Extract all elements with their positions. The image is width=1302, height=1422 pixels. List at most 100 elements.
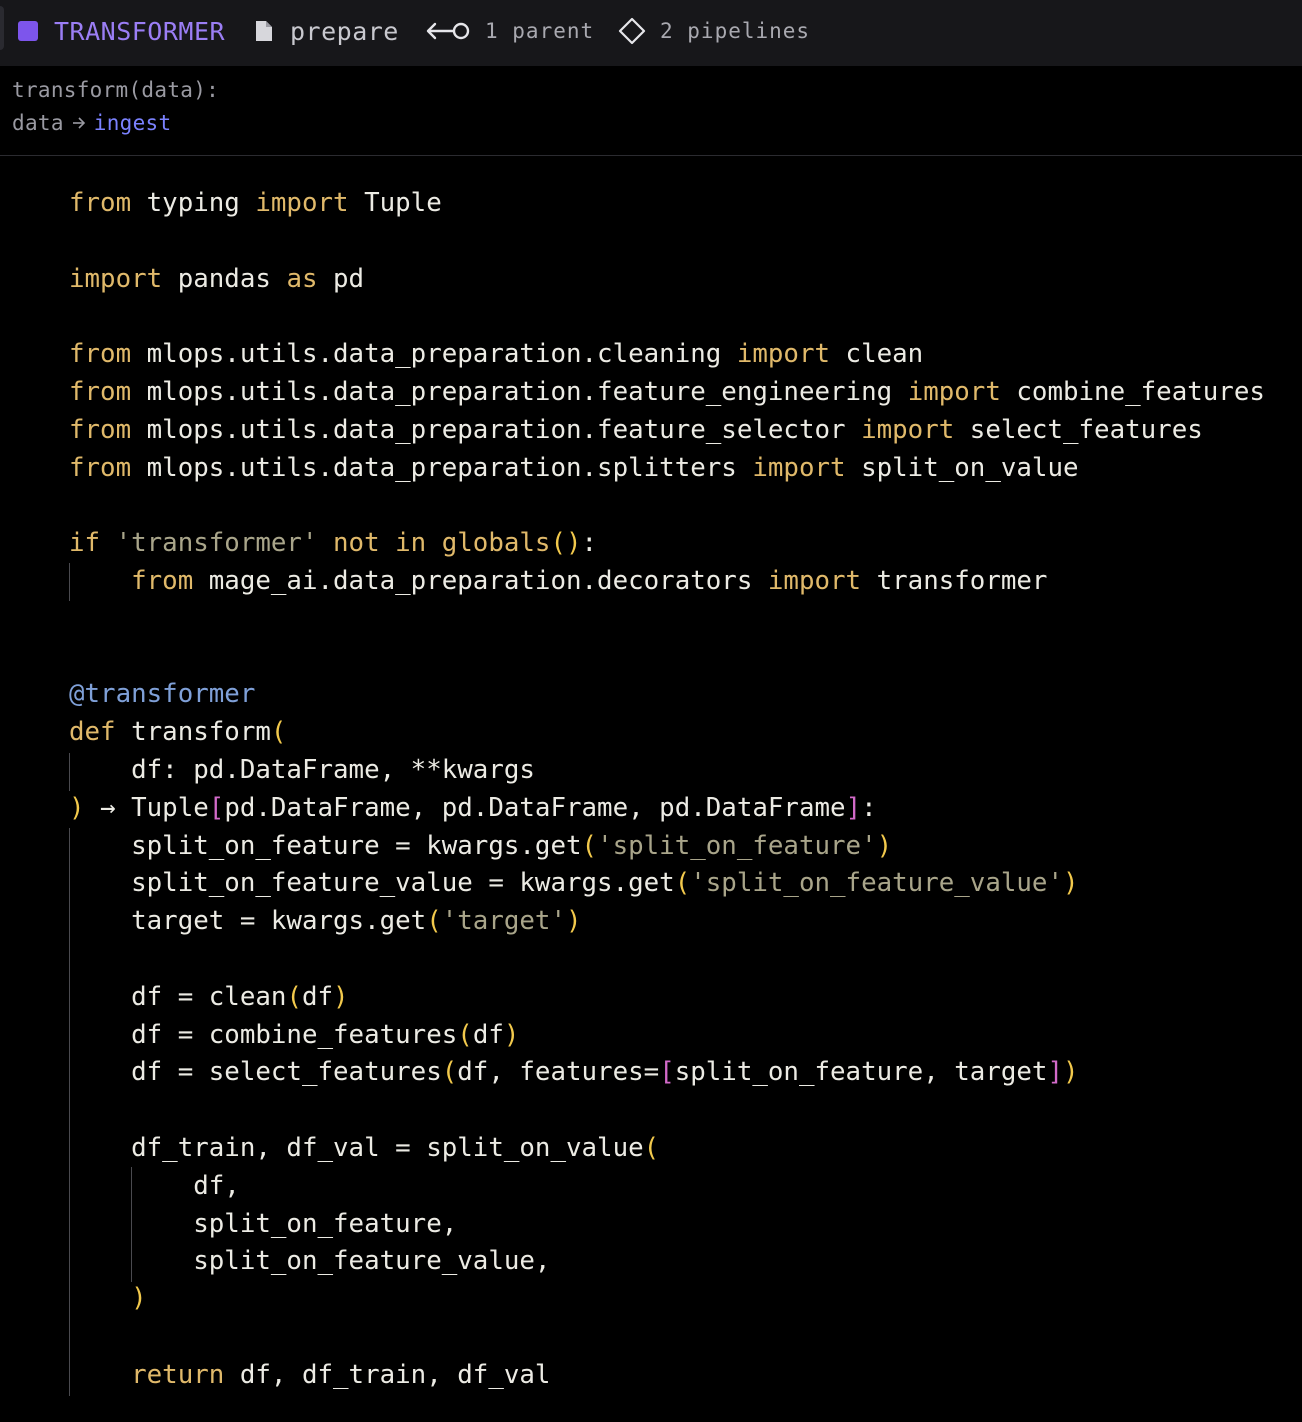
code-token: ) bbox=[1063, 868, 1079, 898]
code-token: ( bbox=[643, 1133, 660, 1163]
code-token: df, bbox=[69, 1171, 240, 1201]
code-token: () bbox=[550, 528, 582, 558]
parents-link[interactable]: 1 parent bbox=[425, 0, 594, 62]
code-token: pandas bbox=[162, 264, 287, 294]
code-token: split_on_feature_value, bbox=[69, 1246, 551, 1276]
code-token: from bbox=[69, 453, 132, 483]
code-line: split_on_feature, bbox=[69, 1205, 457, 1243]
code-token: typing bbox=[131, 188, 256, 218]
code-token: split_on_feature_value = kwargs.get bbox=[69, 868, 675, 898]
code-line: import pandas as pd bbox=[69, 260, 364, 298]
code-line: df: pd.DataFrame, **kwargs bbox=[69, 751, 535, 789]
code-line: from typing import Tuple bbox=[69, 184, 442, 222]
code-token: from bbox=[69, 339, 132, 369]
code-token: [ bbox=[208, 793, 225, 823]
code-line: df = select_features(df, features=[split… bbox=[69, 1053, 1079, 1091]
code-token: ( bbox=[457, 1020, 473, 1050]
code-token: import bbox=[69, 264, 163, 294]
code-token: combine_features bbox=[1000, 377, 1265, 407]
code-token: if bbox=[69, 528, 101, 558]
block-name[interactable]: prepare bbox=[254, 0, 399, 62]
pipelines-count: 2 pipelines bbox=[660, 19, 811, 43]
code-token: df, features= bbox=[457, 1057, 660, 1087]
flow-source: data bbox=[12, 111, 64, 135]
code-token: target = kwargs.get bbox=[69, 906, 427, 936]
code-editor[interactable]: from typing import Tuple import pandas a… bbox=[0, 157, 1302, 1422]
function-signature: transform(data): bbox=[12, 78, 220, 102]
code-token: ) bbox=[566, 906, 582, 936]
code-token: from bbox=[131, 566, 194, 596]
code-token: ) bbox=[503, 1020, 520, 1050]
code-token: import bbox=[767, 566, 862, 596]
code-token: df: pd.DataFrame, **kwargs bbox=[69, 755, 535, 785]
code-line: split_on_feature_value, bbox=[69, 1242, 550, 1280]
code-token: 'split_on_feature_value' bbox=[690, 868, 1063, 898]
code-token: transform bbox=[115, 717, 271, 747]
code-token: from bbox=[69, 377, 132, 407]
code-token: def bbox=[69, 717, 116, 747]
code-token: df = clean bbox=[69, 982, 287, 1012]
code-token: df, df_train, df_val bbox=[224, 1360, 551, 1390]
code-token: import bbox=[861, 415, 955, 445]
upstream-block-link[interactable]: ingest bbox=[94, 111, 172, 135]
code-token: ] bbox=[1047, 1057, 1063, 1087]
block-type-badge: TRANSFORMER bbox=[18, 0, 225, 62]
code-token: transformer bbox=[861, 566, 1048, 596]
code-token: import bbox=[752, 453, 846, 483]
code-line: @transformer bbox=[69, 675, 255, 713]
pipelines-link[interactable]: 2 pipelines bbox=[618, 0, 810, 62]
code-token: df bbox=[301, 982, 334, 1012]
code-line: from mlops.utils.data_preparation.cleani… bbox=[69, 335, 923, 373]
code-token: mlops.utils.data_preparation.feature_sel… bbox=[131, 415, 862, 445]
code-token: → Tuple bbox=[84, 793, 209, 823]
block-signature: transform(data): data ingest bbox=[0, 66, 1302, 156]
code-token: not bbox=[333, 528, 380, 558]
code-line: split_on_feature = kwargs.get('split_on_… bbox=[69, 827, 892, 865]
code-token: globals bbox=[441, 528, 551, 558]
code-token: 'target' bbox=[441, 906, 566, 936]
code-token: 'transformer' bbox=[115, 528, 318, 558]
code-token: clean bbox=[830, 339, 924, 369]
code-line: df_train, df_val = split_on_value( bbox=[69, 1129, 659, 1167]
code-line: return df, df_train, df_val bbox=[69, 1356, 550, 1394]
code-line: from mlops.utils.data_preparation.featur… bbox=[69, 373, 1265, 411]
code-token: ( bbox=[286, 982, 302, 1012]
code-token: import bbox=[907, 377, 1001, 407]
upstream-flow: data ingest bbox=[12, 111, 171, 135]
code-token: ) bbox=[69, 793, 85, 823]
code-token: in bbox=[395, 528, 427, 558]
parent-link-icon bbox=[425, 20, 471, 42]
block-name-label: prepare bbox=[290, 16, 399, 46]
code-token: 'split_on_feature' bbox=[597, 831, 877, 861]
code-token: split_on_feature, target bbox=[674, 1057, 1048, 1087]
code-line: df, bbox=[69, 1167, 240, 1205]
code-token: Tuple bbox=[348, 188, 442, 218]
header-edge bbox=[0, 6, 4, 50]
code-line: def transform( bbox=[69, 713, 286, 751]
code-token: pd.DataFrame, pd.DataFrame, pd.DataFrame bbox=[224, 793, 846, 823]
code-token: df = select_features bbox=[69, 1057, 442, 1087]
block-type-label: TRANSFORMER bbox=[54, 16, 226, 46]
code-token: select_features bbox=[954, 415, 1203, 445]
code-token: ( bbox=[674, 868, 691, 898]
code-token: : bbox=[861, 793, 877, 823]
code-token: return bbox=[131, 1360, 225, 1390]
code-token: split_on_feature, bbox=[69, 1209, 458, 1239]
code-token: mage_ai.data_preparation.decorators bbox=[193, 566, 768, 596]
code-token: pd bbox=[317, 264, 365, 294]
code-token: ) bbox=[1063, 1057, 1079, 1087]
code-line: target = kwargs.get('target') bbox=[69, 902, 582, 940]
code-token: split_on_value bbox=[845, 453, 1079, 483]
code-token: ) bbox=[131, 1283, 147, 1313]
code-line: if 'transformer' not in globals(): bbox=[69, 524, 597, 562]
code-token: mlops.utils.data_preparation.feature_eng… bbox=[131, 377, 908, 407]
code-token: import bbox=[255, 188, 349, 218]
code-line: from mlops.utils.data_preparation.splitt… bbox=[69, 449, 1079, 487]
code-token: : bbox=[581, 528, 598, 558]
code-token: from bbox=[69, 415, 132, 445]
